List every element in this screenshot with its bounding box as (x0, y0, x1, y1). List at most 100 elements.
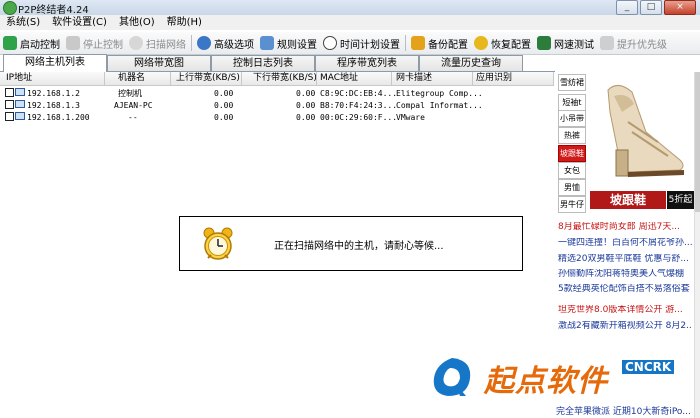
watermark-logo (433, 358, 471, 396)
bottom-news-link[interactable]: 完全苹果微派 近期10大新奇iPo... (556, 404, 691, 417)
news-link[interactable]: 孙俪勤阵沈阳蒋特奥美人气爆棚 (558, 269, 692, 280)
ad-category-0[interactable]: 雪纺裙 (558, 74, 586, 91)
window-title: P2P终结者4.24 (18, 5, 89, 16)
title-bar: P2P终结者4.24 _ □ × (0, 0, 700, 16)
maximize-button[interactable]: □ (640, 0, 662, 15)
cell-ip: 192.168.1.200 (27, 113, 90, 122)
cell-download: 0.00 (296, 113, 316, 122)
ad-banner-label: 坡跟鞋 (590, 191, 666, 209)
col-ip[interactable]: IP地址 (6, 72, 32, 85)
time-plan-button[interactable]: 时间计划设置 (320, 33, 403, 53)
row-checkbox[interactable] (5, 88, 14, 97)
raise-priority-button[interactable]: 提升优先级 (597, 33, 670, 53)
sandal-image (607, 85, 684, 177)
cell-nic: VMware (396, 113, 425, 122)
cell-hostname: -- (128, 113, 138, 122)
computer-icon (15, 100, 25, 108)
tab-traffic-history[interactable]: 流量历史查询 (419, 55, 523, 71)
news-link[interactable]: 8月最忙碌时尚女郎 周迅7天... (558, 222, 692, 233)
cell-ip: 192.168.1.2 (27, 89, 80, 98)
table-row[interactable]: 192.168.1.2 控制机 0.00 0.00 C8:9C:DC:EB:4.… (0, 88, 554, 100)
watermark-text: 起点软件 (484, 364, 608, 399)
speed-test-button[interactable]: 网速测试 (534, 33, 597, 53)
ad-category-3[interactable]: 热裤 (558, 127, 586, 144)
col-hostname[interactable]: 机器名 (118, 72, 145, 85)
restore-icon (474, 36, 488, 50)
menu-bar: 系统(S) 软件设置(C) 其他(O) 帮助(H) (0, 15, 700, 30)
scanning-message: 正在扫描网络中的主机，请耐心等候... (274, 241, 444, 252)
stop-control-button[interactable]: 停止控制 (63, 33, 126, 53)
news-link[interactable]: 5款经典英伦配饰百搭不易落俗套 (558, 284, 692, 295)
advanced-options-button[interactable]: 高级选项 (194, 33, 257, 53)
rules-icon (260, 36, 274, 50)
cell-mac: 00:0C:29:60:F... (320, 113, 398, 122)
ad-category-6[interactable]: 男恤 (558, 179, 586, 196)
scanning-dialog: 正在扫描网络中的主机，请耐心等候... (179, 216, 523, 271)
cell-hostname: 控制机 (118, 89, 142, 98)
table-header: IP地址 机器名 上行带宽(KB/S) 下行带宽(KB/S) MAC地址 网卡描… (0, 72, 554, 86)
close-button[interactable]: × (664, 0, 696, 15)
tab-control-log[interactable]: 控制日志列表 (211, 55, 315, 71)
news-link[interactable]: 一键四连撞！白百何不屑花爷孙... (558, 238, 692, 249)
ad-category-4[interactable]: 坡跟鞋 (558, 145, 586, 162)
speed-test-icon (537, 36, 551, 50)
ad-image[interactable]: 坡跟鞋 5折起 (588, 72, 694, 213)
alarm-clock-icon (203, 227, 233, 260)
tab-program-bandwidth[interactable]: 程序带宽列表 (315, 55, 419, 71)
row-checkbox[interactable] (5, 112, 14, 121)
table-row[interactable]: 192.168.1.3 AJEAN-PC 0.00 0.00 B8:70:F4:… (0, 100, 554, 112)
rules-settings-button[interactable]: 规则设置 (257, 33, 320, 53)
app-icon (3, 1, 17, 15)
ad-discount-tag: 5折起 (667, 191, 694, 209)
cell-mac: C8:9C:DC:EB:4... (320, 89, 398, 98)
scan-search-icon (129, 36, 143, 50)
col-download[interactable]: 下行带宽(KB/S) (253, 72, 317, 85)
start-check-icon (3, 36, 17, 50)
cell-nic: Compal Informat... (396, 101, 483, 110)
start-control-button[interactable]: 启动控制 (0, 33, 63, 53)
news-link[interactable]: 精选20双男鞋平底鞋 优惠与舒... (558, 254, 692, 265)
stop-icon (66, 36, 80, 50)
col-nic[interactable]: 网卡描述 (396, 72, 432, 85)
minimize-button[interactable]: _ (616, 0, 638, 15)
main-tabs: 网络主机列表 网络带宽图 控制日志列表 程序带宽列表 流量历史查询 (0, 54, 555, 72)
computer-icon (15, 112, 25, 120)
scroll-thumb[interactable] (695, 72, 700, 212)
cell-nic: Elitegroup Comp... (396, 89, 483, 98)
col-app[interactable]: 应用识别 (476, 72, 512, 85)
backup-config-button[interactable]: 备份配置 (408, 33, 471, 53)
restore-config-button[interactable]: 恢复配置 (471, 33, 534, 53)
ad-category-5[interactable]: 女包 (558, 162, 586, 179)
news-link[interactable]: 坦克世界8.0版本详情公开 游... (558, 305, 692, 316)
ad-category-7[interactable]: 男牛仔 (558, 196, 586, 213)
cell-download: 0.00 (296, 101, 316, 110)
cell-upload: 0.00 (214, 101, 234, 110)
col-upload[interactable]: 上行带宽(KB/S) (176, 72, 240, 85)
news-link[interactable]: 激战2有藏新开箱视频公开 8月2... (558, 321, 692, 332)
priority-icon (600, 36, 614, 50)
row-checkbox[interactable] (5, 100, 14, 109)
advanced-options-icon (197, 36, 211, 50)
menu-system[interactable]: 系统(S) (0, 15, 46, 30)
menu-help[interactable]: 帮助(H) (161, 15, 208, 30)
tab-host-list[interactable]: 网络主机列表 (3, 54, 107, 72)
cell-download: 0.00 (296, 89, 316, 98)
scan-network-button[interactable]: 扫描网络 (126, 33, 189, 53)
menu-other[interactable]: 其他(O) (113, 15, 161, 30)
col-mac[interactable]: MAC地址 (320, 72, 358, 85)
tab-bandwidth-chart[interactable]: 网络带宽图 (107, 55, 211, 71)
cell-ip: 192.168.1.3 (27, 101, 80, 110)
ad-category-1[interactable]: 短袖t (558, 94, 586, 111)
site-watermark: 起点软件 CNCRK (424, 352, 700, 404)
cell-upload: 0.00 (214, 113, 234, 122)
cell-hostname: AJEAN-PC (114, 101, 153, 110)
ad-category-2[interactable]: 小吊带 (558, 110, 586, 127)
menu-settings[interactable]: 软件设置(C) (46, 15, 113, 30)
backup-icon (411, 36, 425, 50)
watermark-tag: CNCRK (622, 360, 675, 374)
cell-mac: B8:70:F4:24:3... (320, 101, 398, 110)
computer-icon (15, 88, 25, 96)
clock-icon (323, 36, 337, 50)
table-row[interactable]: 192.168.1.200 -- 0.00 0.00 00:0C:29:60:F… (0, 112, 554, 124)
cell-upload: 0.00 (214, 89, 234, 98)
